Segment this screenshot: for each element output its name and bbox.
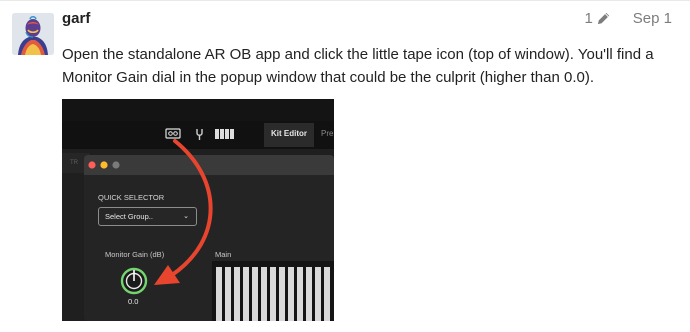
minimize-icon bbox=[100, 161, 108, 169]
post-meta: 1 Sep 1 bbox=[584, 10, 672, 27]
avatar[interactable] bbox=[12, 13, 54, 55]
edit-count: 1 bbox=[584, 10, 593, 27]
edit-history-button[interactable]: 1 bbox=[584, 10, 610, 27]
select-group-dropdown[interactable]: Select Group.. ⌄ bbox=[98, 207, 197, 226]
chevron-down-icon: ⌄ bbox=[183, 213, 189, 220]
post-screenshot[interactable]: Kit Editor Pre TR QUICK SELECTOR Select … bbox=[62, 99, 334, 321]
tab-kit-editor[interactable]: Kit Editor bbox=[271, 129, 307, 138]
post-date[interactable]: Sep 1 bbox=[633, 10, 672, 27]
quick-selector-label: QUICK SELECTOR bbox=[98, 193, 165, 202]
side-tab-label: TR bbox=[70, 160, 78, 166]
pencil-icon bbox=[597, 12, 609, 25]
monitor-gain-label: Monitor Gain (dB) bbox=[105, 250, 165, 259]
close-icon bbox=[88, 161, 96, 169]
tab-next[interactable]: Pre bbox=[321, 129, 333, 138]
monitor-gain-value: 0.0 bbox=[128, 297, 139, 306]
post-author[interactable]: garf bbox=[62, 10, 90, 27]
monitor-gain-knob bbox=[120, 267, 148, 295]
zoom-icon bbox=[112, 161, 120, 169]
main-label: Main bbox=[215, 250, 232, 259]
select-group-value: Select Group.. bbox=[105, 212, 153, 221]
avatar-image bbox=[12, 13, 54, 55]
post-body: Open the standalone AR OB app and click … bbox=[62, 46, 654, 86]
post-divider bbox=[0, 0, 690, 1]
app-title-strip bbox=[62, 99, 334, 121]
